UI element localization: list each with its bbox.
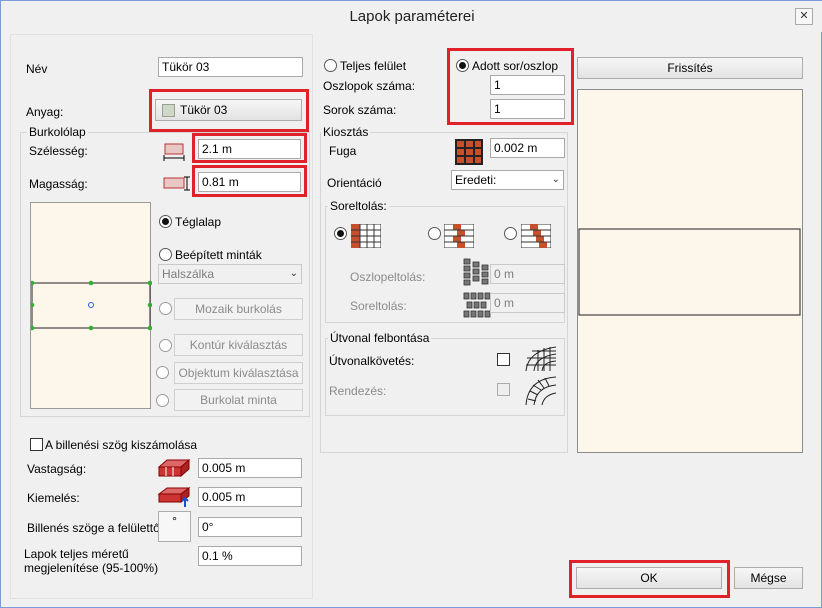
- layout-group-title: Kiosztás: [321, 125, 371, 139]
- width-label: Szélesség:: [29, 144, 88, 158]
- raise-icon: [157, 486, 191, 508]
- given-rows-cols-label: Adott sor/oszlop: [472, 59, 559, 73]
- material-label: Anyag:: [26, 105, 64, 119]
- columns-label: Oszlopok száma:: [323, 79, 416, 93]
- radio-pattern[interactable]: [156, 394, 169, 407]
- tilt-checkbox[interactable]: [30, 438, 43, 451]
- pattern-button[interactable]: Burkolat minta: [174, 389, 303, 411]
- radio-shift-custom[interactable]: [504, 227, 517, 240]
- name-label: Név: [26, 62, 48, 76]
- radio-contour[interactable]: [159, 339, 172, 352]
- joint-input[interactable]: 0.002 m: [490, 138, 565, 158]
- path-follow-label: Útvonalkövetés:: [329, 354, 415, 368]
- builtin-label: Beépített minták: [175, 248, 262, 262]
- col-offset-label: Oszlopeltolás:: [350, 270, 426, 284]
- material-button[interactable]: Tükör 03: [155, 99, 302, 121]
- width-input[interactable]: 2.1 m: [198, 139, 301, 159]
- joint-label: Fuga: [329, 144, 357, 158]
- rect-label: Téglalap: [175, 215, 222, 229]
- arc-grid-icon: [524, 375, 558, 407]
- path-group-title: Útvonal felbontása: [328, 331, 432, 345]
- radio-object[interactable]: [156, 366, 169, 379]
- builtin-pattern-value: Halszálka: [162, 267, 215, 281]
- orientation-value: Eredeti:: [455, 173, 497, 187]
- column-offset-icon: [462, 257, 490, 289]
- radio-shift-half[interactable]: [428, 227, 441, 240]
- tilt-angle-label: Billenés szöge a felülettől: [27, 521, 163, 535]
- height-label: Magasság:: [29, 177, 88, 191]
- fullsize-input[interactable]: 0.1 %: [198, 546, 302, 566]
- brick-offset-icon: [520, 223, 552, 249]
- orientation-label: Orientáció: [327, 176, 382, 190]
- rows-label: Sorok száma:: [323, 103, 397, 117]
- arrange-label: Rendezés:: [329, 384, 387, 398]
- row-offset-label: Soreltolás:: [350, 299, 407, 313]
- thickness-icon: [157, 458, 191, 478]
- tilt-angle-input[interactable]: 0°: [198, 517, 302, 537]
- mosaic-button[interactable]: Mozaik burkolás: [174, 298, 303, 320]
- full-surface-label: Teljes felület: [340, 59, 407, 73]
- row-offset-icon: [462, 292, 492, 320]
- dialog-title: Lapok paraméterei: [349, 8, 475, 25]
- close-button[interactable]: ✕: [795, 8, 813, 25]
- brick-grid-icon: [350, 223, 382, 249]
- layout-preview: [577, 89, 803, 453]
- contour-button[interactable]: Kontúr kiválasztás: [174, 334, 303, 356]
- chevron-down-icon: ⌄: [551, 174, 560, 185]
- columns-input[interactable]: 1: [490, 75, 565, 95]
- radio-builtin[interactable]: [159, 248, 172, 261]
- material-swatch: [162, 104, 175, 117]
- row-shift-group-title: Soreltolás:: [328, 199, 389, 213]
- height-input[interactable]: 0.81 m: [198, 172, 301, 192]
- raise-label: Kiemelés:: [27, 491, 80, 505]
- chevron-down-icon: ⌄: [289, 268, 298, 279]
- arrange-checkbox[interactable]: [497, 383, 510, 396]
- thickness-label: Vastagság:: [27, 462, 87, 476]
- path-grid-icon: [524, 345, 558, 373]
- ok-button[interactable]: OK: [576, 567, 722, 589]
- object-select-button[interactable]: Objektum kiválasztása: [174, 362, 303, 384]
- tilt-angle-button[interactable]: °: [158, 511, 191, 542]
- thickness-input[interactable]: 0.005 m: [198, 458, 302, 478]
- fullsize-label-1: Lapok teljes méretű: [24, 547, 129, 561]
- tile-group-title: Burkolólap: [27, 125, 88, 139]
- width-dimension-icon: [162, 141, 186, 161]
- radio-rect[interactable]: [159, 215, 172, 228]
- name-input[interactable]: Tükör 03: [158, 57, 303, 77]
- refresh-button[interactable]: Frissítés: [577, 57, 803, 79]
- radio-full-surface[interactable]: [324, 59, 337, 72]
- fullsize-label-2: megjelenítése (95-100%): [24, 561, 159, 575]
- builtin-pattern-select[interactable]: Halszálka ⌄: [158, 264, 302, 284]
- raise-input[interactable]: 0.005 m: [198, 487, 302, 507]
- joint-grid-icon: [455, 139, 483, 165]
- height-dimension-icon: [162, 174, 190, 192]
- dialog-window: Lapok paraméterei ✕ Név Tükör 03 Anyag: …: [0, 0, 822, 608]
- tilt-checkbox-label: A billenési szög kiszámolása: [45, 438, 198, 452]
- title-bar: Lapok paraméterei ✕: [1, 1, 822, 32]
- brick-stagger-icon: [443, 223, 475, 249]
- radio-shift-none[interactable]: [334, 227, 347, 240]
- tile-shape-preview[interactable]: [30, 202, 152, 409]
- rows-input[interactable]: 1: [490, 99, 565, 119]
- cancel-button[interactable]: Mégse: [734, 567, 803, 589]
- radio-given-rows-cols[interactable]: [456, 59, 469, 72]
- radio-mosaic[interactable]: [159, 302, 172, 315]
- orientation-select[interactable]: Eredeti: ⌄: [451, 170, 564, 190]
- material-button-label: Tükör 03: [180, 103, 228, 117]
- col-offset-input[interactable]: 0 m: [490, 264, 565, 284]
- path-follow-checkbox[interactable]: [497, 353, 510, 366]
- row-offset-input[interactable]: 0 m: [490, 293, 565, 313]
